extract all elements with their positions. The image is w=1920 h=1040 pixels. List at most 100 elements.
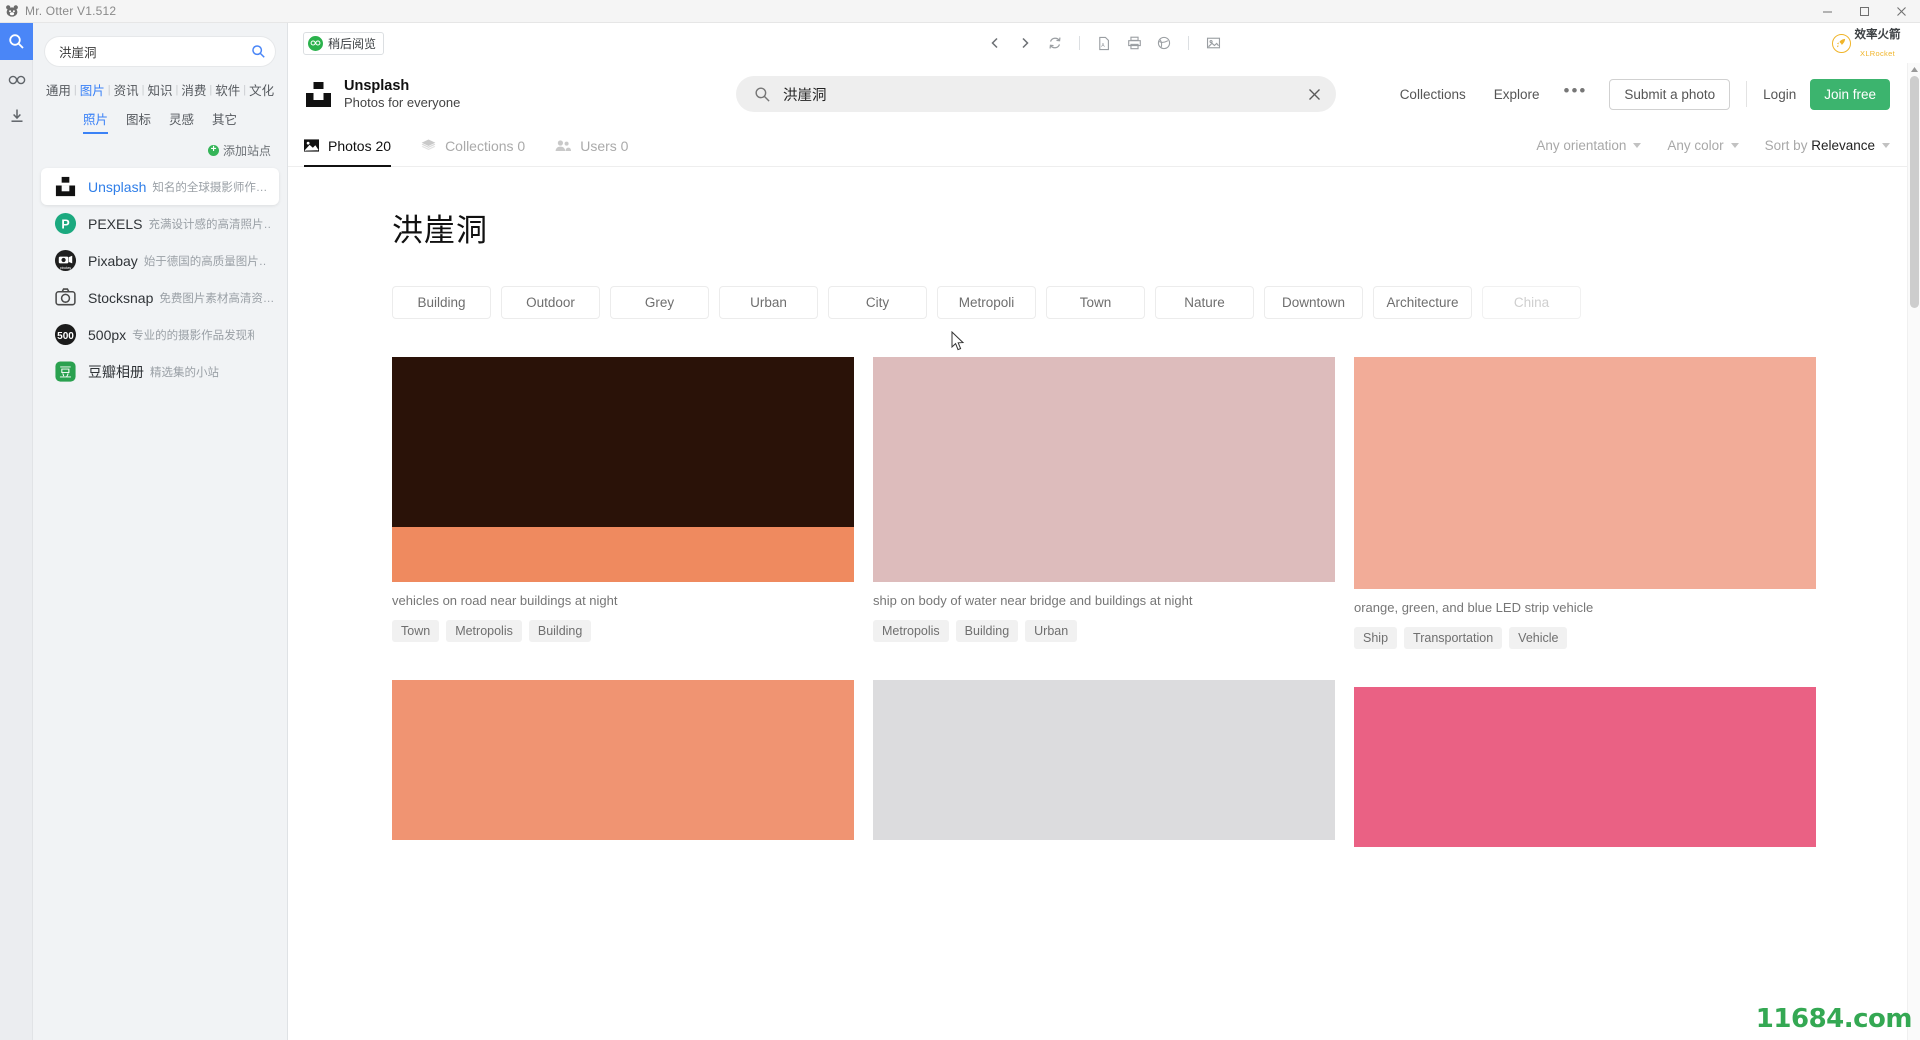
search-icon[interactable] (249, 43, 267, 61)
triangle-up-icon[interactable] (1908, 63, 1920, 76)
sidebar-site--[interactable]: 豆 豆瓣相册 精选集的小站 (41, 353, 279, 390)
subcategory-2[interactable]: 灵感 (169, 109, 194, 134)
browser-pane: 稍后阅览 A 效率火箭 XLRocket Unsplash Photos for… (288, 23, 1920, 1040)
photo-thumbnail[interactable] (1354, 357, 1816, 589)
join-free-button[interactable]: Join free (1810, 78, 1890, 110)
translate-button[interactable] (1153, 32, 1175, 54)
rail-search[interactable] (0, 23, 33, 60)
tag-chip-grey[interactable]: Grey (610, 286, 709, 319)
orientation-filter[interactable]: Any orientation (1536, 138, 1642, 153)
vertical-scrollbar[interactable] (1907, 63, 1920, 1040)
tab-collections[interactable]: Collections 0 (421, 125, 555, 167)
photo-thumbnail[interactable] (392, 357, 854, 582)
sidebar-site-500px[interactable]: 500 500px 专业的的摄影作品发现和… (41, 316, 279, 353)
search-input[interactable] (59, 44, 249, 59)
category-6[interactable]: 文化 (246, 80, 277, 99)
photo-column: ship on body of water near bridge and bu… (873, 357, 1335, 847)
photo-tag-building[interactable]: Building (528, 620, 592, 642)
site-description: 始于德国的高质量图片… (143, 255, 266, 268)
tag-chip-outdoor[interactable]: Outdoor (501, 286, 600, 319)
photo-tag-metropolis[interactable]: Metropolis (446, 620, 522, 642)
read-later-button[interactable]: 稍后阅览 (303, 31, 385, 55)
photo-tag-urban[interactable]: Urban (1025, 620, 1078, 642)
tab-photos[interactable]: Photos 20 (304, 125, 421, 167)
tag-chip-metropoli[interactable]: Metropoli (937, 286, 1036, 319)
photo-grid: vehicles on road near buildings at night… (288, 357, 1920, 847)
photo-tag-vehicle[interactable]: Vehicle (1509, 627, 1568, 649)
sort-filter[interactable]: Sort by Relevance (1765, 138, 1890, 153)
tag-chip-architecture[interactable]: Architecture (1373, 286, 1472, 319)
photo-card[interactable]: ship on body of water near bridge and bu… (873, 357, 1335, 642)
nav-collections[interactable]: Collections (1386, 87, 1480, 102)
category-4[interactable]: 消费 (178, 80, 209, 99)
watermark: 11684.com (1755, 1004, 1913, 1034)
tag-chip-town[interactable]: Town (1046, 286, 1145, 319)
save-pdf-button[interactable]: A (1093, 32, 1115, 54)
photo-caption: ship on body of water near bridge and bu… (873, 593, 1193, 608)
subcategory-3[interactable]: 其它 (212, 109, 237, 134)
photo-caption: orange, green, and blue LED strip vehicl… (1354, 600, 1594, 615)
photo-tag-metropolis[interactable]: Metropolis (873, 620, 949, 642)
photo-tag-transportation[interactable]: Transportation (1404, 627, 1503, 649)
pixabay-icon: pixabay (53, 248, 78, 273)
site-search-box[interactable] (736, 76, 1336, 112)
sidebar-site-pexels[interactable]: P PEXELS 充满设计感的高清照片… (41, 205, 279, 242)
print-button[interactable] (1123, 32, 1145, 54)
tag-chip-downtown[interactable]: Downtown (1264, 286, 1363, 319)
sidebar-search-box[interactable] (45, 37, 275, 66)
capture-image-button[interactable] (1202, 32, 1224, 54)
tag-chip-china[interactable]: China (1482, 286, 1581, 319)
minimize-button[interactable] (1809, 0, 1846, 23)
photo-column: vehicles on road near buildings at night… (392, 357, 854, 847)
reload-button[interactable] (1044, 32, 1066, 54)
submit-photo-button[interactable]: Submit a photo (1609, 78, 1731, 110)
photo-card[interactable] (873, 680, 1335, 840)
photo-card[interactable]: orange, green, and blue LED strip vehicl… (1354, 357, 1816, 649)
tag-chip-urban[interactable]: Urban (719, 286, 818, 319)
photo-tag-building[interactable]: Building (955, 620, 1019, 642)
photo-card[interactable] (1354, 687, 1816, 847)
back-button[interactable] (984, 32, 1006, 54)
unsplash-logo-link[interactable]: Unsplash Photos for everyone (304, 78, 460, 111)
close-button[interactable] (1883, 0, 1920, 23)
rail-downloads[interactable] (0, 97, 33, 134)
category-3[interactable]: 知识 (144, 80, 175, 99)
sidebar-site-unsplash[interactable]: Unsplash 知名的全球摄影师作… (41, 168, 279, 205)
nav-explore[interactable]: Explore (1480, 87, 1554, 102)
category-5[interactable]: 软件 (212, 80, 243, 99)
category-0[interactable]: 通用 (43, 80, 74, 99)
nav-more-button[interactable]: ••• (1554, 81, 1602, 107)
add-site-button[interactable]: + 添加站点 (33, 142, 287, 159)
category-2[interactable]: 资讯 (111, 80, 142, 99)
photo-card[interactable] (392, 680, 854, 840)
photo-thumbnail[interactable] (873, 357, 1335, 582)
left-icon-rail (0, 23, 33, 1040)
tag-chip-city[interactable]: City (828, 286, 927, 319)
tag-chip-building[interactable]: Building (392, 286, 491, 319)
sidebar-site-pixabay[interactable]: pixabay Pixabay 始于德国的高质量图片… (41, 242, 279, 279)
maximize-button[interactable] (1846, 0, 1883, 23)
glasses-badge-icon (308, 35, 323, 51)
forward-button[interactable] (1014, 32, 1036, 54)
window-titlebar: Mr. Otter V1.512 (0, 0, 1920, 23)
photo-thumbnail[interactable] (1354, 687, 1816, 847)
site-search-input[interactable] (783, 86, 1304, 102)
tag-chip-nature[interactable]: Nature (1155, 286, 1254, 319)
photo-tag-ship[interactable]: Ship (1354, 627, 1398, 649)
photo-card[interactable]: vehicles on road near buildings at night… (392, 357, 854, 642)
photo-tag-town[interactable]: Town (392, 620, 440, 642)
login-link[interactable]: Login (1763, 87, 1810, 102)
tab-users[interactable]: Users 0 (555, 125, 658, 167)
subcategory-1[interactable]: 图标 (126, 109, 151, 134)
subcategory-0[interactable]: 照片 (82, 109, 108, 134)
rail-read-later[interactable] (0, 60, 33, 97)
separator-1 (1079, 36, 1080, 50)
category-1[interactable]: 图片 (77, 80, 108, 99)
sidebar-site-stocksnap[interactable]: Stocksnap 免费图片素材高清资… (41, 279, 279, 316)
photo-thumbnail[interactable] (873, 680, 1335, 840)
scrollbar-thumb[interactable] (1910, 76, 1919, 308)
unsplash-header: Unsplash Photos for everyone 洪崖洞 Collect… (288, 63, 1920, 125)
color-filter[interactable]: Any color (1667, 138, 1739, 153)
photo-thumbnail[interactable] (392, 680, 854, 840)
close-icon[interactable] (1304, 84, 1324, 104)
